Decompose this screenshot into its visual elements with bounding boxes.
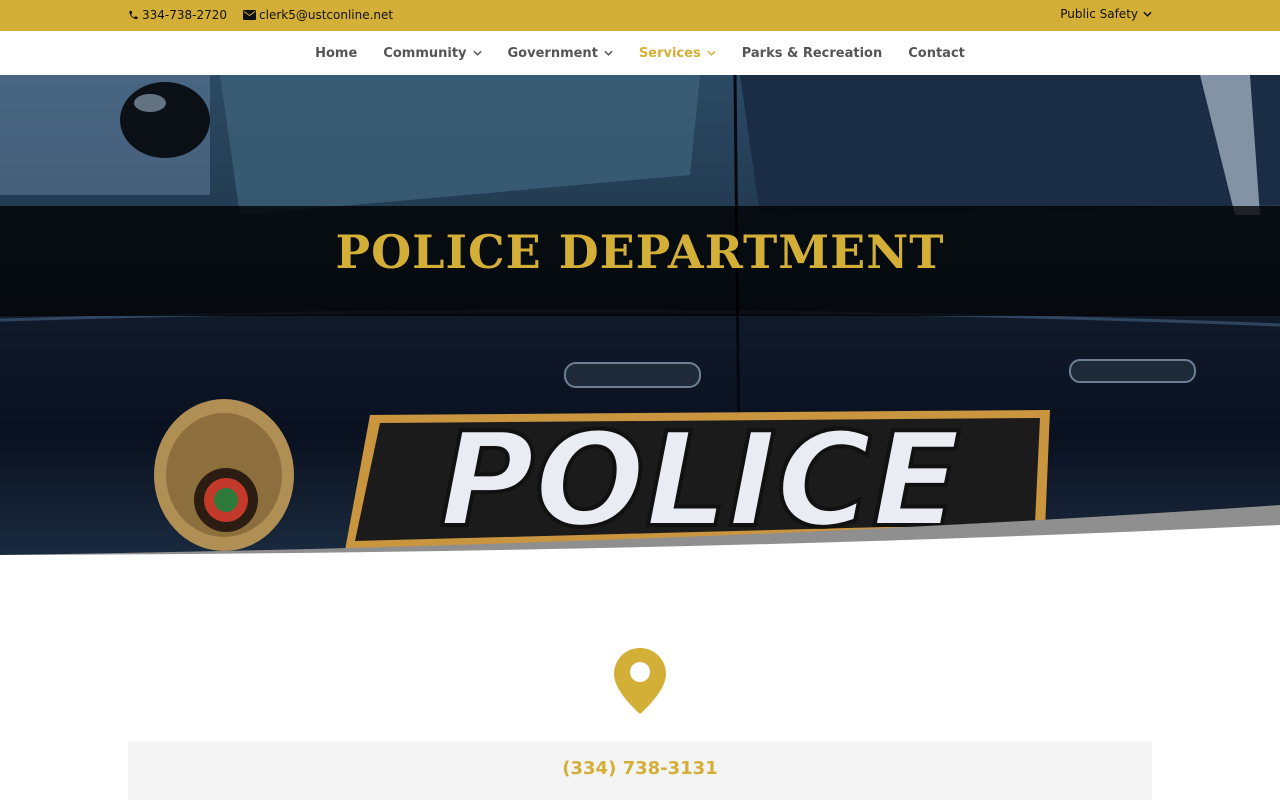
chevron-down-icon: [604, 50, 613, 56]
phone-link[interactable]: 334-738-2720: [128, 8, 227, 22]
nav-item-contact[interactable]: Contact: [908, 46, 965, 61]
top-header-bar: 334-738-2720 clerk5@ustconline.net Publi…: [0, 0, 1280, 31]
map-pin-icon: [614, 648, 666, 714]
contact-info: 334-738-2720 clerk5@ustconline.net: [128, 8, 409, 22]
page-title: POLICE DEPARTMENT: [335, 225, 945, 279]
chevron-down-icon: [707, 50, 716, 56]
nav-item-community[interactable]: Community: [383, 45, 482, 61]
contact-info-box: (334) 738-3131: [128, 741, 1152, 800]
public-safety-menu[interactable]: Public Safety: [1060, 7, 1152, 21]
main-navigation: Home Community Government Services Parks…: [0, 31, 1280, 75]
envelope-icon: [243, 10, 257, 20]
department-phone-link[interactable]: (334) 738-3131: [128, 758, 1152, 779]
phone-text: 334-738-2720: [142, 8, 228, 22]
nav-item-home[interactable]: Home: [315, 46, 357, 61]
nav-item-label: Community: [383, 45, 467, 61]
nav-item-label: Government: [507, 45, 598, 61]
nav-item-parks-recreation[interactable]: Parks & Recreation: [742, 46, 883, 61]
nav-item-label: Contact: [908, 45, 965, 61]
phone-icon: [129, 10, 138, 20]
email-link[interactable]: clerk5@ustconline.net: [243, 8, 393, 22]
nav-item-label: Home: [315, 45, 358, 61]
email-text: clerk5@ustconline.net: [259, 8, 394, 22]
hero-banner: POLICE POLICE DEPARTMENT: [0, 75, 1280, 555]
nav-item-label: Parks & Recreation: [741, 45, 883, 61]
chevron-down-icon: [1143, 11, 1152, 17]
public-safety-label: Public Safety: [1060, 7, 1138, 21]
nav-item-services[interactable]: Services: [639, 46, 716, 61]
nav-item-label: Services: [638, 45, 701, 61]
chevron-down-icon: [472, 50, 482, 56]
nav-item-government[interactable]: Government: [508, 46, 613, 61]
